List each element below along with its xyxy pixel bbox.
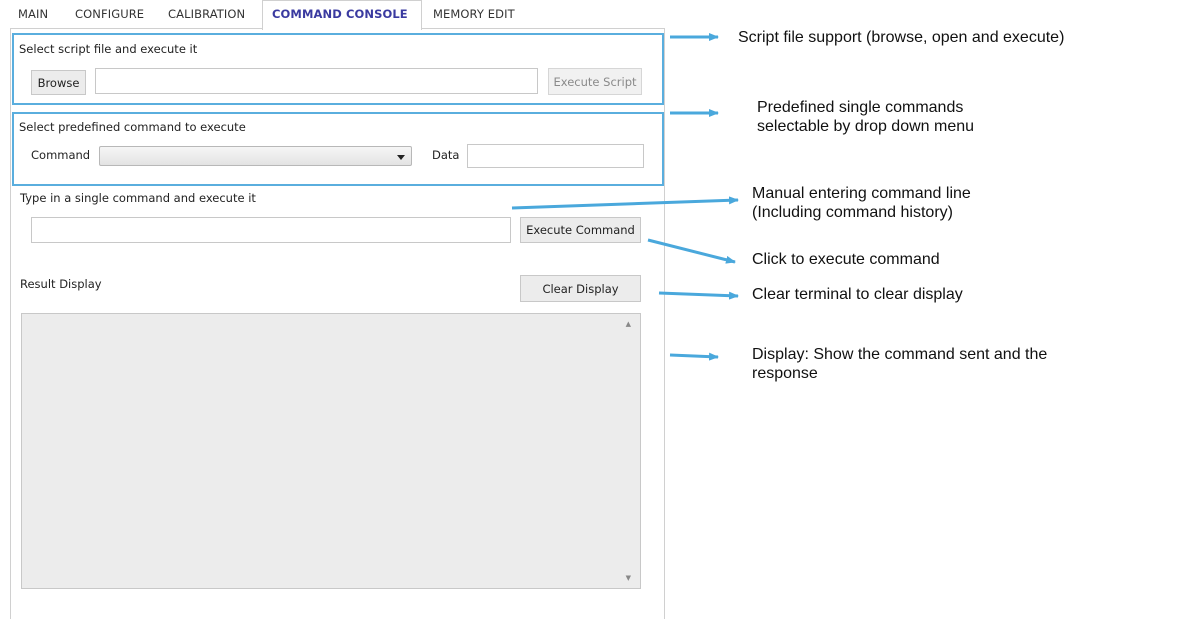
- clear-annotation: Clear terminal to clear display: [752, 286, 963, 303]
- tab-command-console[interactable]: COMMAND CONSOLE: [272, 7, 408, 21]
- manual-annotation-line1: Manual entering command line: [752, 185, 971, 202]
- display-annotation-line2: response: [752, 365, 818, 382]
- predefined-annotation-line1: Predefined single commands: [757, 99, 964, 116]
- manual-annotation-arrow: [511, 196, 739, 210]
- predefined-annotation-line2: selectable by drop down menu: [757, 118, 975, 135]
- display-annotation-line1: Display: Show the command sent and the: [752, 346, 1048, 363]
- click-annotation-arrow: [647, 238, 736, 264]
- display-annotation-arrow: [669, 352, 719, 361]
- manual-annotation-line2: (Including command history): [752, 204, 953, 221]
- click-annotation: Click to execute command: [752, 251, 940, 268]
- annotation-arrows: [511, 33, 739, 361]
- clear-annotation-arrow: [658, 291, 739, 300]
- script-annotation: Script file support (browse, open and ex…: [738, 29, 1065, 46]
